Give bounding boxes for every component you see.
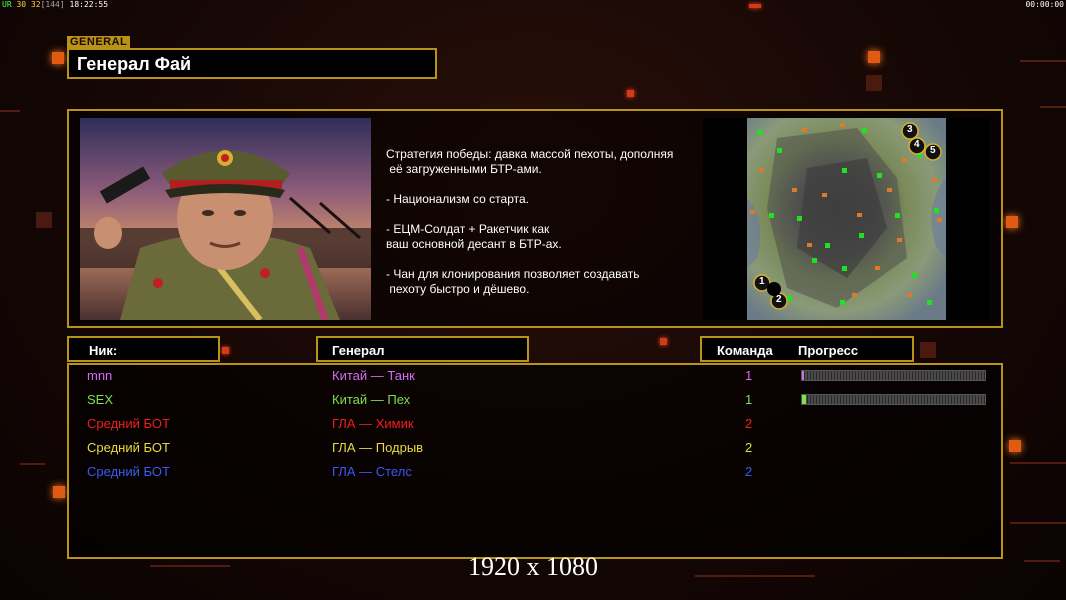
deco-line [1010,462,1066,464]
player-progress-fill [802,395,806,404]
deco-square [222,347,229,354]
general-portrait [80,118,371,320]
player-nick: SEX [87,392,114,407]
player-progress-bar [801,370,986,381]
player-team: 2 [745,416,753,431]
deco-line [1010,522,1066,524]
player-row: Средний БОТ ГЛА — Химик 2 [69,413,1001,435]
players-panel: mnn Китай — Танк 1 SEX Китай — Пех 1 Средний Б… [67,363,1003,559]
header-team-progress-box: Команда Прогресс [700,336,914,362]
deco-square [53,486,65,498]
deco-square [749,4,761,8]
hud-clock: 18:22:55 [69,0,109,9]
player-row: Средний БОТ ГЛА — Подрыв 2 [69,437,1001,459]
deco-square [52,52,64,64]
player-team: 2 [745,440,753,455]
general-title-box: Генерал Фай [67,48,437,79]
player-nick: mnn [87,368,113,383]
start-position-3: 3 [907,124,913,135]
player-team: 1 [745,392,753,407]
hud-fps2: 32 [30,0,41,9]
player-general: Китай — Танк [332,368,415,383]
start-position-4: 4 [914,139,920,150]
general-description: Стратегия победы: давка массой пехоты, д… [386,147,674,296]
player-progress-fill [802,371,804,380]
player-team: 1 [745,368,753,383]
start-position-2: 2 [776,294,782,305]
map-terrain: 3 4 5 1 2 [747,118,946,320]
deco-square [920,342,936,358]
player-row: mnn Китай — Танк 1 [69,365,1001,387]
player-general: ГЛА — Подрыв [332,440,424,455]
header-nick-box: Ник: [67,336,220,362]
hud-fps: 30 [16,0,27,9]
deco-square [627,90,634,97]
player-progress-bar [801,394,986,405]
player-general: ГЛА — Стелс [332,464,412,479]
deco-square [660,338,667,345]
general-title: Генерал Фай [77,54,192,74]
deco-line [20,463,45,465]
header-general-box: Генерал [316,336,529,362]
hud-timer: 00:00:00 [1025,0,1064,9]
deco-square [1009,440,1021,452]
deco-square [868,51,880,63]
header-team: Команда [717,343,773,358]
header-progress: Прогресс [798,343,859,358]
deco-line [1020,60,1066,62]
player-row: Средний БОТ ГЛА — Стелс 2 [69,461,1001,483]
deco-line [0,110,20,112]
deco-line [1040,106,1066,108]
player-nick: Средний БОТ [87,440,170,455]
deco-square [36,212,52,228]
resolution-label: 1920 x 1080 [468,552,598,581]
player-general: ГЛА — Химик [332,416,414,431]
player-general: Китай — Пех [332,392,411,407]
header-general: Генерал [332,343,385,358]
hud-count: [144] [40,0,65,9]
player-row: SEX Китай — Пех 1 [69,389,1001,411]
deco-square [866,75,882,91]
header-nick: Ник: [89,343,118,358]
hud-fps-prefix: UR [2,0,12,9]
start-position-5: 5 [930,145,936,156]
map-preview[interactable]: 3 4 5 1 2 [703,118,989,320]
general-tag: GENERAL [67,36,131,48]
player-team: 2 [745,464,753,479]
start-position-1: 1 [759,276,765,287]
hud-stats: UR 30 32[144] 18:22:55 [2,0,108,9]
deco-square [1006,216,1018,228]
player-nick: Средний БОТ [87,416,170,431]
general-portrait-image [80,118,371,320]
player-nick: Средний БОТ [87,464,170,479]
